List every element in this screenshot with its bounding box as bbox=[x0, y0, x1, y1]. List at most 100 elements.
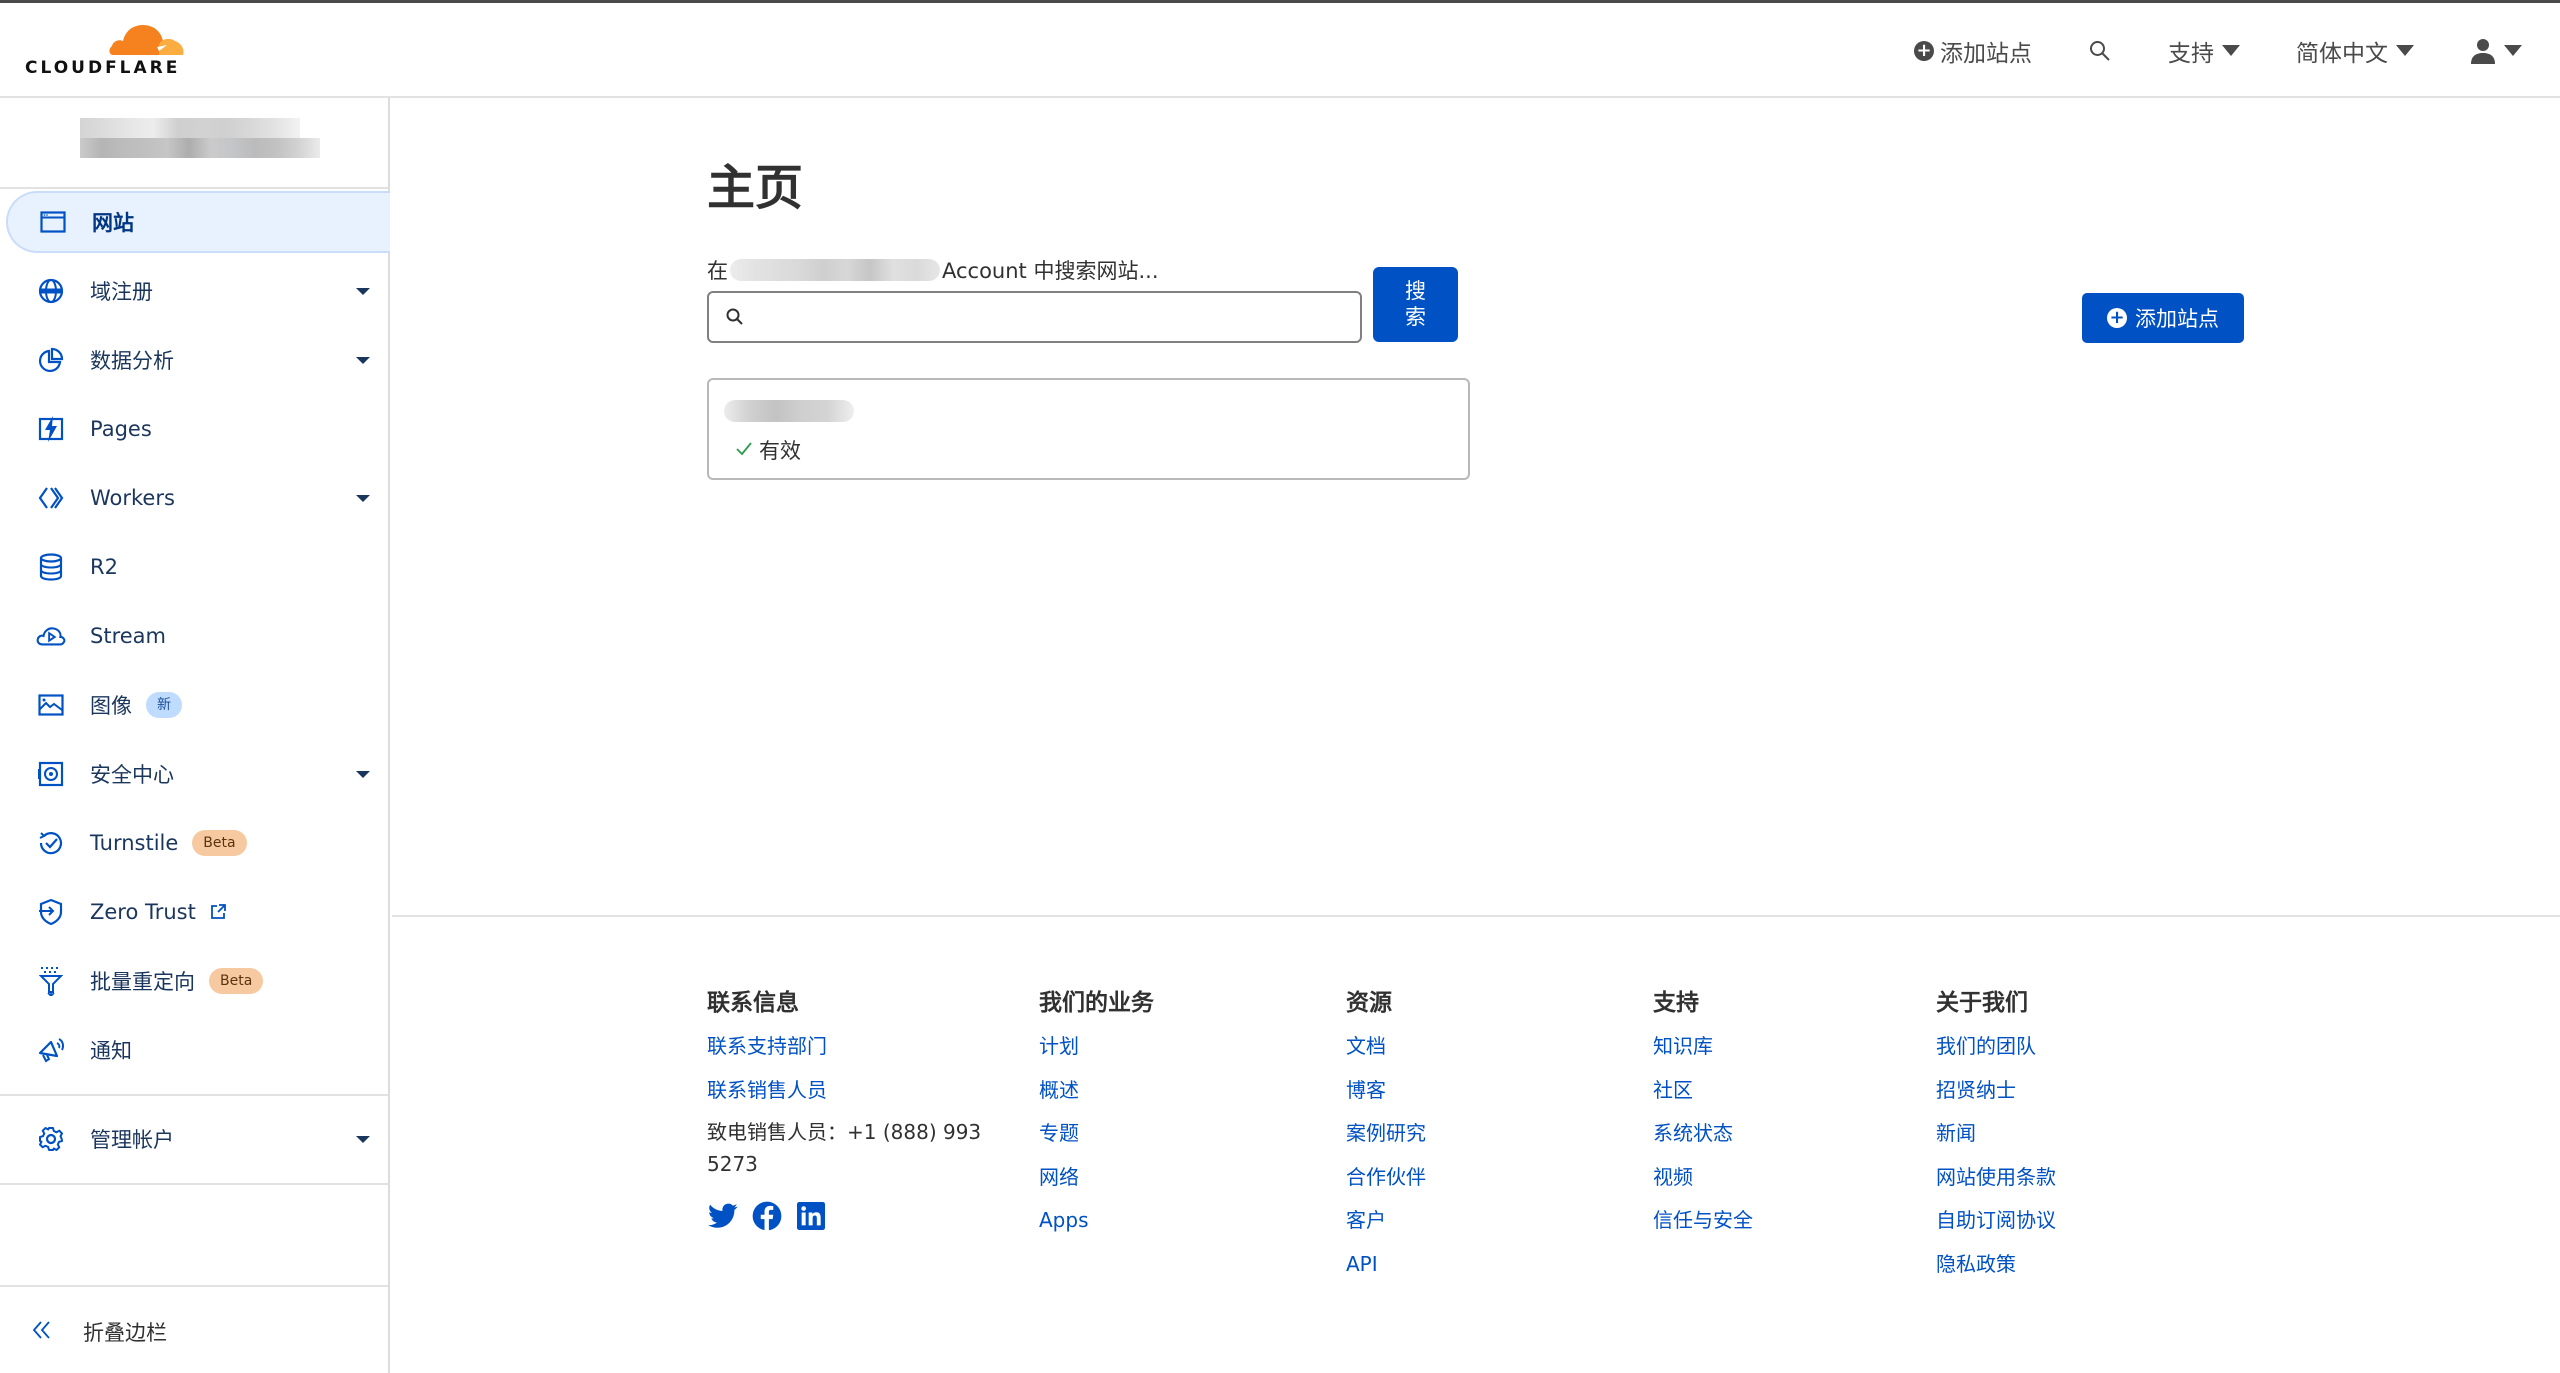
footer-link[interactable]: 合作伙伴 bbox=[1346, 1162, 1426, 1206]
sidebar-item-domain-registration[interactable]: 域注册 bbox=[6, 260, 390, 322]
sidebar-divider bbox=[0, 1285, 388, 1287]
chevron-down-icon bbox=[356, 356, 370, 364]
footer-link[interactable]: Apps bbox=[1039, 1205, 1154, 1249]
twitter-icon[interactable] bbox=[707, 1200, 739, 1232]
footer-link[interactable]: 概述 bbox=[1039, 1075, 1154, 1119]
sidebar-item-images[interactable]: 图像 新 bbox=[6, 674, 390, 736]
external-link-icon bbox=[210, 904, 226, 920]
image-icon bbox=[36, 690, 66, 720]
footer-link[interactable]: 信任与安全 bbox=[1653, 1205, 1753, 1249]
site-status-label: 有效 bbox=[759, 439, 801, 463]
header-language-label: 简体中文 bbox=[2296, 40, 2388, 67]
sidebar-item-text: 图像 bbox=[90, 694, 132, 718]
sidebar-divider bbox=[0, 1183, 388, 1185]
sidebar-item-pages[interactable]: Pages bbox=[6, 398, 390, 460]
megaphone-icon bbox=[36, 1035, 66, 1065]
main-content: 主页 在 Account 中搜索网站... 搜索 + 添加站点 有效 bbox=[392, 98, 2560, 918]
footer-link[interactable]: 博客 bbox=[1346, 1075, 1426, 1119]
security-vault-icon bbox=[36, 759, 66, 789]
footer-link[interactable]: 案例研究 bbox=[1346, 1118, 1426, 1162]
footer-link[interactable]: 自助订阅协议 bbox=[1936, 1205, 2056, 1249]
site-search-input[interactable] bbox=[757, 299, 1347, 335]
sidebar-item-label: Turnstile Beta bbox=[90, 830, 247, 856]
sidebar-item-label: 安全中心 bbox=[90, 763, 174, 787]
footer-link[interactable]: 视频 bbox=[1653, 1162, 1753, 1206]
add-site-button[interactable]: + 添加站点 bbox=[2082, 293, 2244, 343]
chevron-down-icon bbox=[2504, 45, 2522, 56]
sidebar-item-zero-trust[interactable]: Zero Trust bbox=[6, 881, 390, 943]
site-search-field[interactable] bbox=[707, 291, 1362, 343]
footer-column-support: 支持 知识库 社区 系统状态 视频 信任与安全 bbox=[1653, 987, 1753, 1249]
footer-link[interactable]: 网站使用条款 bbox=[1936, 1162, 2056, 1206]
redacted-block bbox=[80, 118, 300, 138]
cloudflare-logo[interactable]: CLOUDFLARE bbox=[25, 21, 187, 81]
header-support-dropdown[interactable]: 支持 bbox=[2168, 34, 2240, 68]
sidebar-item-label: Zero Trust bbox=[90, 900, 226, 924]
footer-heading: 支持 bbox=[1653, 990, 1699, 1016]
footer-link[interactable]: 系统状态 bbox=[1653, 1118, 1753, 1162]
header-language-dropdown[interactable]: 简体中文 bbox=[2296, 34, 2414, 68]
header-add-site-label: 添加站点 bbox=[1940, 40, 2032, 67]
zero-trust-shield-icon bbox=[36, 897, 66, 927]
page-title: 主页 bbox=[707, 160, 804, 216]
footer-link[interactable]: 我们的团队 bbox=[1936, 1031, 2056, 1075]
sidebar-item-label: 网站 bbox=[92, 211, 134, 235]
add-site-label: 添加站点 bbox=[2135, 307, 2219, 331]
header-add-site-button[interactable]: + 添加站点 bbox=[1914, 34, 2032, 68]
collapse-sidebar-label: 折叠边栏 bbox=[83, 1321, 167, 1345]
sidebar-item-text: 批量重定向 bbox=[90, 970, 195, 994]
footer-heading: 我们的业务 bbox=[1039, 990, 1154, 1016]
cloud-play-icon bbox=[36, 621, 66, 651]
search-button[interactable]: 搜索 bbox=[1373, 267, 1458, 342]
search-icon bbox=[725, 307, 745, 331]
footer-link[interactable]: API bbox=[1346, 1249, 1426, 1293]
account-name-redacted bbox=[730, 259, 940, 281]
sidebar-item-bulk-redirects[interactable]: 批量重定向 Beta bbox=[6, 950, 390, 1012]
check-icon bbox=[735, 438, 753, 462]
footer-link[interactable]: 计划 bbox=[1039, 1031, 1154, 1075]
sidebar-item-r2[interactable]: R2 bbox=[6, 536, 390, 598]
footer-link[interactable]: 网络 bbox=[1039, 1162, 1154, 1206]
footer-link[interactable]: 招贤纳士 bbox=[1936, 1075, 2056, 1119]
account-name-redacted[interactable] bbox=[80, 118, 320, 158]
sidebar-item-analytics[interactable]: 数据分析 bbox=[6, 329, 390, 391]
footer-link[interactable]: 专题 bbox=[1039, 1118, 1154, 1162]
footer-link[interactable]: 社区 bbox=[1653, 1075, 1753, 1119]
chevron-down-icon bbox=[356, 770, 370, 778]
header-user-menu[interactable] bbox=[2470, 38, 2522, 64]
chevron-down-icon bbox=[2396, 45, 2414, 56]
sidebar-item-stream[interactable]: Stream bbox=[6, 605, 390, 667]
redacted-block bbox=[80, 138, 320, 158]
sidebar-item-workers[interactable]: Workers bbox=[6, 467, 390, 529]
sidebar-item-manage-account[interactable]: 管理帐户 bbox=[6, 1108, 390, 1170]
sidebar-item-text: Zero Trust bbox=[90, 900, 196, 924]
header-search-button[interactable] bbox=[2088, 39, 2112, 63]
sidebar-item-turnstile[interactable]: Turnstile Beta bbox=[6, 812, 390, 874]
globe-www-icon bbox=[36, 276, 66, 306]
footer-link[interactable]: 隐私政策 bbox=[1936, 1249, 2056, 1293]
chevron-down-icon bbox=[356, 494, 370, 502]
footer-link[interactable]: 联系支持部门 bbox=[707, 1031, 1007, 1075]
sidebar-item-label: Stream bbox=[90, 624, 166, 648]
footer-link[interactable]: 客户 bbox=[1346, 1205, 1426, 1249]
footer-link[interactable]: 文档 bbox=[1346, 1031, 1426, 1075]
sidebar-item-notifications[interactable]: 通知 bbox=[6, 1019, 390, 1081]
footer-link[interactable]: 知识库 bbox=[1653, 1031, 1753, 1075]
site-card[interactable]: 有效 bbox=[707, 378, 1470, 480]
workers-chevrons-icon bbox=[36, 483, 66, 513]
footer-link[interactable]: 联系销售人员 bbox=[707, 1075, 1007, 1119]
facebook-icon[interactable] bbox=[751, 1200, 783, 1232]
sidebar-item-label: 图像 新 bbox=[90, 690, 182, 720]
site-domain-redacted bbox=[724, 400, 854, 422]
footer-link[interactable]: 新闻 bbox=[1936, 1118, 2056, 1162]
linkedin-icon[interactable] bbox=[795, 1200, 827, 1232]
sidebar-item-security-center[interactable]: 安全中心 bbox=[6, 743, 390, 805]
collapse-sidebar-button[interactable]: 折叠边栏 bbox=[0, 1308, 388, 1356]
sidebar-item-label: 域注册 bbox=[90, 280, 153, 304]
browser-window-icon bbox=[38, 207, 68, 237]
social-links bbox=[707, 1200, 1007, 1232]
top-header: CLOUDFLARE + 添加站点 支持 简体中文 bbox=[0, 3, 2560, 98]
footer: 联系信息 联系支持部门 联系销售人员 致电销售人员：+1 (888) 993 5… bbox=[392, 917, 2560, 1373]
sidebar-item-websites[interactable]: 网站 bbox=[6, 191, 390, 253]
chevron-down-icon bbox=[356, 287, 370, 295]
